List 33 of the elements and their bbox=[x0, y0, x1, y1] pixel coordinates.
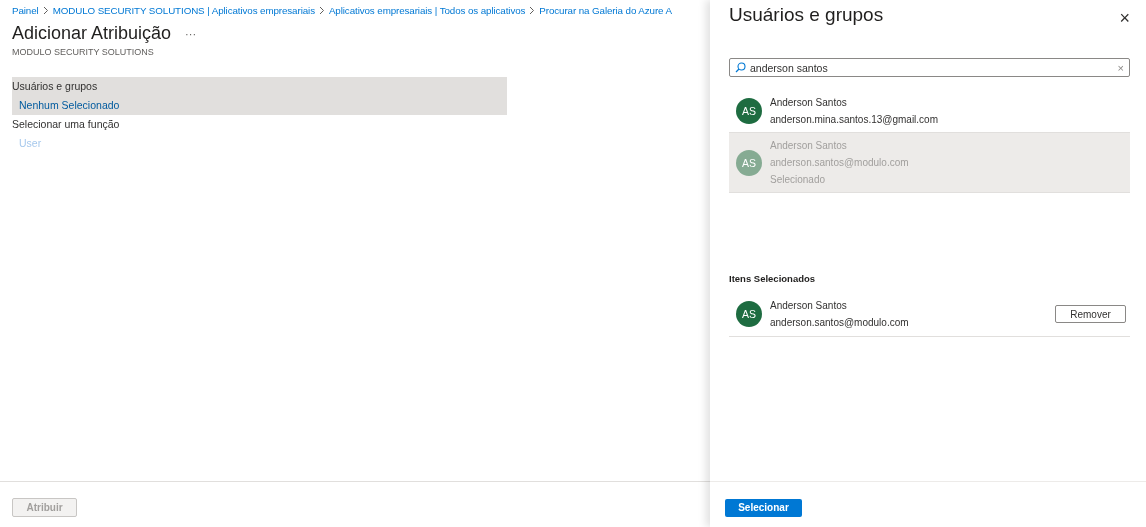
user-name: Anderson Santos bbox=[770, 96, 848, 108]
avatar-initials: AS bbox=[736, 149, 762, 176]
assignment-field[interactable]: Usuários e grupos Nenhum Selecionado bbox=[12, 77, 507, 115]
user-name: Anderson Santos bbox=[770, 300, 848, 311]
user-name: Anderson Santos bbox=[770, 140, 848, 151]
select-button[interactable]: Selecionar bbox=[725, 498, 802, 517]
breadcrumb-link[interactable]: Aplicativos empresariais | Todos os aplicativos bbox=[328, 4, 526, 16]
user-email: anderson.santos@modulo.com bbox=[770, 157, 909, 168]
page-title: Adicionar Atribuição bbox=[12, 23, 172, 44]
remove-button[interactable]: Remover bbox=[1055, 305, 1126, 323]
status-text: Selecionado bbox=[770, 174, 827, 185]
clear-button[interactable]: × bbox=[1117, 61, 1124, 74]
user-email: anderson.santos@modulo.com bbox=[770, 317, 909, 328]
field-label: Usuários e grupos bbox=[12, 80, 99, 92]
breadcrumb-link[interactable]: MODULO SECURITY SOLUTIONS | Aplicativos empresariais bbox=[52, 4, 315, 16]
page-subtitle: MODULO SECURITY SOLUTIONS bbox=[11, 46, 155, 57]
user-result[interactable]: AS Anderson Santos anderson.santos@modulo.com Selecionado bbox=[729, 133, 1130, 193]
field-label: Selecionar uma função bbox=[12, 118, 121, 130]
section-heading: Itens Selecionados bbox=[729, 273, 817, 286]
chevron-icon bbox=[529, 5, 536, 15]
panel-title: Usuários e grupos bbox=[729, 4, 884, 26]
user-email: anderson.mina.santos.13@gmail.com bbox=[770, 113, 938, 125]
search-icon bbox=[735, 62, 746, 73]
avatar-initials: AS bbox=[736, 97, 762, 124]
breadcrumb-link[interactable]: Procurar na Galeria do Azure A bbox=[539, 4, 672, 16]
avatar-initials: AS bbox=[736, 301, 762, 327]
more-button[interactable]: ··· bbox=[185, 27, 197, 40]
close-button[interactable]: × bbox=[1119, 9, 1130, 27]
search-field[interactable]: anderson santos × bbox=[729, 58, 1130, 77]
chevron-icon bbox=[318, 5, 325, 15]
breadcrumb-link[interactable]: Painel bbox=[12, 4, 39, 16]
chevron-icon bbox=[42, 5, 49, 15]
field-link[interactable]: Nenhum Selecionado bbox=[12, 99, 507, 111]
